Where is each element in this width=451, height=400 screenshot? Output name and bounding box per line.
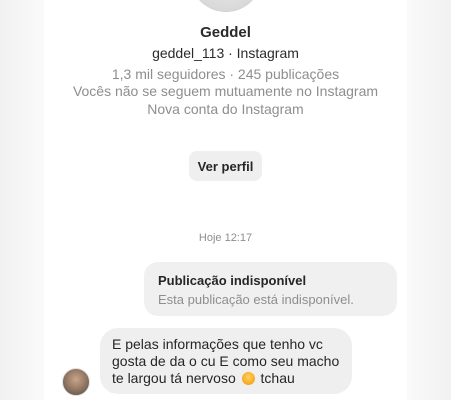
message-text: E pelas informações que tenho vc gosta d…	[112, 336, 340, 386]
message-text-end: tchau	[260, 370, 295, 386]
profile-name: Geddel	[200, 24, 251, 41]
message-timestamp: Hoje 12:17	[198, 232, 253, 244]
shared-post-subtitle: Esta publicação está indisponível.	[158, 292, 354, 307]
sender-avatar[interactable]	[62, 368, 90, 396]
shared-post-card[interactable]: Publicação indisponível Esta publicação …	[144, 262, 397, 316]
profile-handle: geddel_113 · Instagram	[152, 45, 299, 61]
dm-screen: Geddel geddel_113 · Instagram 1,3 mil se…	[0, 0, 451, 400]
new-account-note: Nova conta do Instagram	[147, 101, 304, 117]
shared-post-title: Publicação indisponível	[158, 273, 307, 288]
message-bubble[interactable]: E pelas informações que tenho vc gosta d…	[100, 328, 352, 394]
view-profile-button[interactable]: Ver perfil	[189, 151, 262, 181]
heart-eyes-emoji-icon	[241, 372, 255, 385]
mutual-follow-note: Vocês não se seguem mutuamente no Instag…	[72, 83, 379, 99]
profile-stats: 1,3 mil seguidores · 245 publicações	[111, 66, 340, 82]
